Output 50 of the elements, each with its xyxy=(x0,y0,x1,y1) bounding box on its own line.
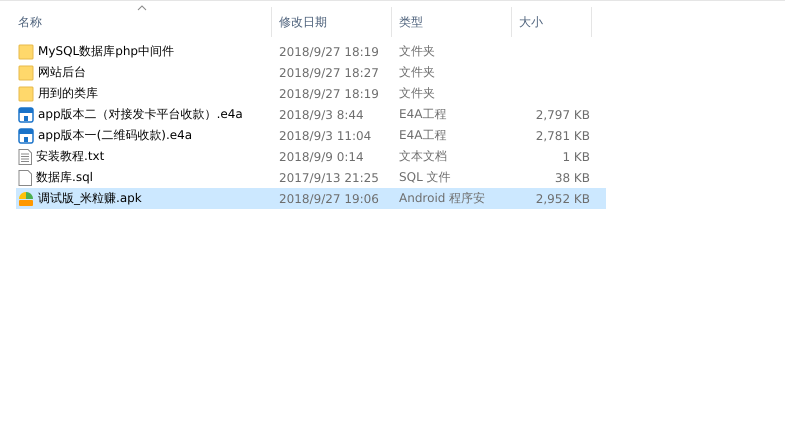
folder-icon xyxy=(18,44,34,60)
file-row[interactable]: 安装教程.txt 2018/9/9 0:14 文本文档 1 KB xyxy=(16,146,606,167)
file-size: 38 KB xyxy=(554,170,590,184)
file-size: 2,797 KB xyxy=(534,108,590,122)
file-row[interactable]: 数据库.sql 2017/9/13 21:25 SQL 文件 38 KB xyxy=(16,167,606,188)
file-row[interactable]: 网站后台 2018/9/27 18:27 文件夹 xyxy=(16,62,606,83)
folder-icon xyxy=(18,64,34,80)
file-name: MySQL数据库php中间件 xyxy=(38,43,174,60)
app-file-icon xyxy=(18,128,34,144)
file-type: E4A工程 xyxy=(398,127,448,144)
file-row[interactable]: app版本二（对接发卡平台收款）.e4a 2018/9/3 8:44 E4A工程 2,797 KB xyxy=(16,104,606,125)
file-size: 1 KB xyxy=(561,150,590,164)
file-name: 数据库.sql xyxy=(36,169,94,186)
column-header[interactable]: 修改日期 xyxy=(272,7,392,37)
folder-icon xyxy=(18,86,34,102)
file-size: 2,781 KB xyxy=(534,128,590,142)
modified-date: 2017/9/13 21:25 xyxy=(278,170,380,184)
column-header[interactable]: 名称 xyxy=(0,7,272,37)
file-type: 文件夹 xyxy=(398,43,436,60)
modified-date: 2018/9/27 18:19 xyxy=(278,86,380,100)
modified-date: 2018/9/3 11:04 xyxy=(278,128,372,142)
app-file-icon xyxy=(18,106,34,122)
file-type: Android 程序安 xyxy=(398,190,486,207)
file-type: 文本文档 xyxy=(398,148,448,165)
file-type: E4A工程 xyxy=(398,106,448,123)
file-row[interactable]: app版本一(二维码收款).e4a 2018/9/3 11:04 E4A工程 2,781 KB xyxy=(16,125,606,146)
file-name: 用到的类库 xyxy=(38,85,98,102)
file-type: 文件夹 xyxy=(398,64,436,81)
file-size: 2,952 KB xyxy=(534,192,590,206)
column-header[interactable]: 类型 xyxy=(392,7,512,37)
sort-caret-icon xyxy=(136,5,146,11)
file-name: app版本二（对接发卡平台收款）.e4a xyxy=(38,106,243,123)
file-type: 文件夹 xyxy=(398,85,436,102)
text-file-icon xyxy=(18,148,32,164)
modified-date: 2018/9/27 18:27 xyxy=(278,66,380,80)
file-name: 调试版_米粒赚.apk xyxy=(38,190,142,207)
file-name: app版本一(二维码收款).e4a xyxy=(38,127,192,144)
file-row[interactable]: 调试版_米粒赚.apk 2018/9/27 19:06 Android 程序安 2,952 KB xyxy=(16,188,606,209)
modified-date: 2018/9/9 0:14 xyxy=(278,150,365,164)
file-icon xyxy=(18,170,32,186)
column-header[interactable]: 大小 xyxy=(512,7,592,37)
modified-date: 2018/9/3 8:44 xyxy=(278,108,365,122)
apk-file-icon xyxy=(18,190,34,206)
file-row[interactable]: 用到的类库 2018/9/27 18:19 文件夹 xyxy=(16,83,606,104)
file-type: SQL 文件 xyxy=(398,169,452,186)
file-name: 网站后台 xyxy=(38,64,86,81)
file-row[interactable]: MySQL数据库php中间件 2018/9/27 18:19 文件夹 xyxy=(16,41,606,62)
file-name: 安装教程.txt xyxy=(36,148,104,165)
modified-date: 2018/9/27 19:06 xyxy=(278,192,380,206)
modified-date: 2018/9/27 18:19 xyxy=(278,44,380,58)
